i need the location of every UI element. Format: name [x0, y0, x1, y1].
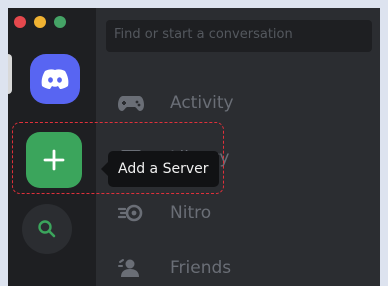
discord-app-window: Find or start a conversation Activity Li…	[8, 8, 380, 286]
search-icon	[38, 220, 56, 238]
maximize-dot[interactable]	[54, 16, 66, 28]
nav-item-nitro[interactable]: Nitro	[116, 200, 211, 226]
nav-item-friends[interactable]: Friends	[116, 255, 231, 281]
server-rail	[8, 8, 96, 286]
nitro-icon	[116, 200, 146, 226]
window-controls	[14, 16, 66, 28]
selected-indicator	[8, 54, 12, 94]
nav-label-nitro: Nitro	[170, 203, 212, 223]
search-placeholder: Find or start a conversation	[114, 27, 293, 42]
add-server-tooltip: Add a Server	[101, 151, 219, 187]
discord-logo-icon	[41, 69, 69, 89]
dm-sidebar: Find or start a conversation Activity Li…	[96, 8, 380, 286]
close-dot[interactable]	[14, 16, 26, 28]
add-server-button[interactable]	[26, 132, 82, 188]
home-button[interactable]	[30, 54, 80, 104]
tooltip-text: Add a Server	[118, 161, 209, 177]
plus-icon	[43, 149, 65, 171]
nav-item-activity[interactable]: Activity	[116, 90, 234, 116]
explore-servers-button[interactable]	[22, 204, 72, 254]
friends-icon	[116, 255, 146, 281]
minimize-dot[interactable]	[34, 16, 46, 28]
nav-label-activity: Activity	[170, 93, 234, 113]
search-input[interactable]: Find or start a conversation	[106, 20, 372, 52]
gamepad-icon	[116, 90, 146, 116]
nav-label-friends: Friends	[170, 258, 232, 278]
